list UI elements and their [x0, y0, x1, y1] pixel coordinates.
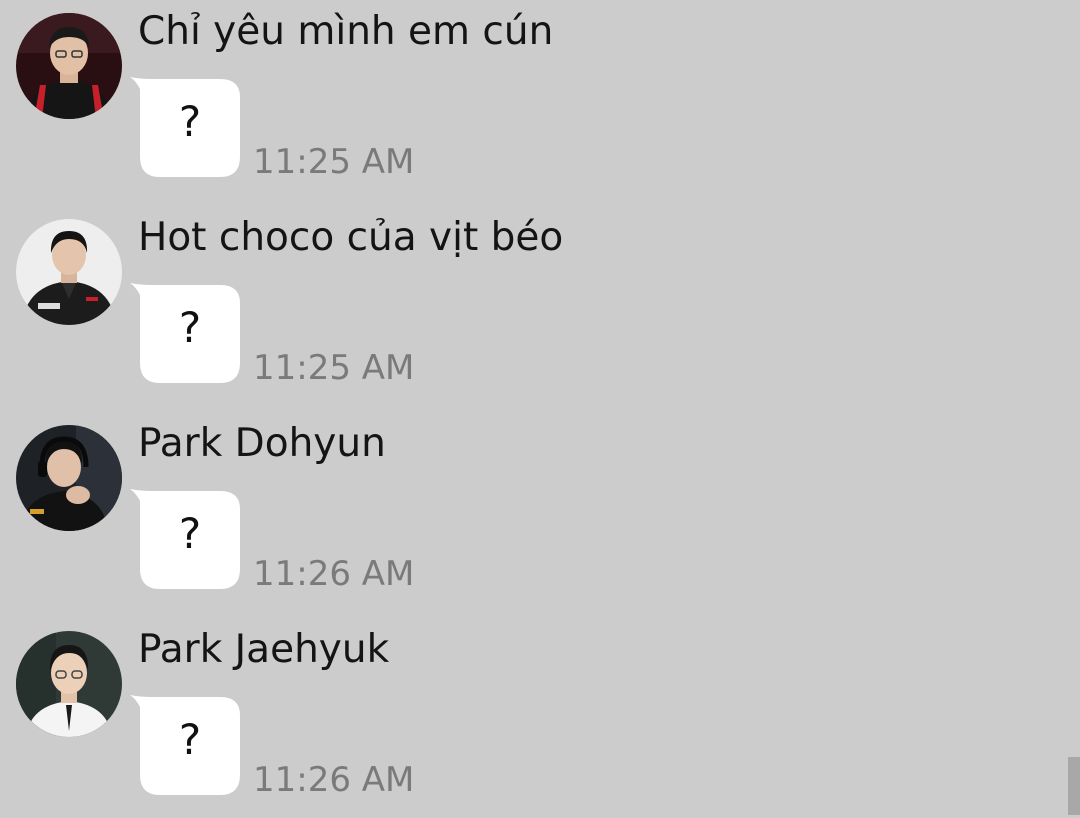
message-bubble[interactable]: ?: [130, 273, 240, 383]
message-item: Park Jaehyuk ? 11:26 AM: [0, 618, 1080, 818]
avatar[interactable]: [16, 219, 122, 325]
message-item: Chỉ yêu mình em cún ? 11:25 AM: [0, 0, 1080, 200]
message-timestamp: 11:25 AM: [253, 142, 415, 182]
sender-name: Park Dohyun: [138, 421, 386, 466]
message-text: ?: [178, 97, 202, 146]
message-text: ?: [178, 715, 202, 764]
message-timestamp: 11:26 AM: [253, 760, 415, 800]
message-bubble[interactable]: ?: [130, 685, 240, 795]
chat-message-list[interactable]: Chỉ yêu mình em cún ? 11:25 AM Hot choco…: [0, 0, 1080, 815]
avatar[interactable]: [16, 425, 122, 531]
sender-name: Chỉ yêu mình em cún: [138, 9, 554, 54]
sender-name: Hot choco của vịt béo: [138, 215, 564, 260]
message-bubble[interactable]: ?: [130, 479, 240, 589]
profile-photo-icon: [16, 13, 122, 119]
message-timestamp: 11:26 AM: [253, 554, 415, 594]
message-text: ?: [178, 509, 202, 558]
scrollbar-thumb[interactable]: [1068, 757, 1080, 815]
avatar[interactable]: [16, 631, 122, 737]
message-timestamp: 11:25 AM: [253, 348, 415, 388]
avatar[interactable]: [16, 13, 122, 119]
message-bubble[interactable]: ?: [130, 67, 240, 177]
sender-name: Park Jaehyuk: [138, 627, 390, 672]
profile-photo-icon: [16, 219, 122, 325]
message-item: Hot choco của vịt béo ? 11:25 AM: [0, 206, 1080, 406]
message-text: ?: [178, 303, 202, 352]
message-item: Park Dohyun ? 11:26 AM: [0, 412, 1080, 612]
profile-photo-icon: [16, 631, 122, 737]
profile-photo-icon: [16, 425, 122, 531]
